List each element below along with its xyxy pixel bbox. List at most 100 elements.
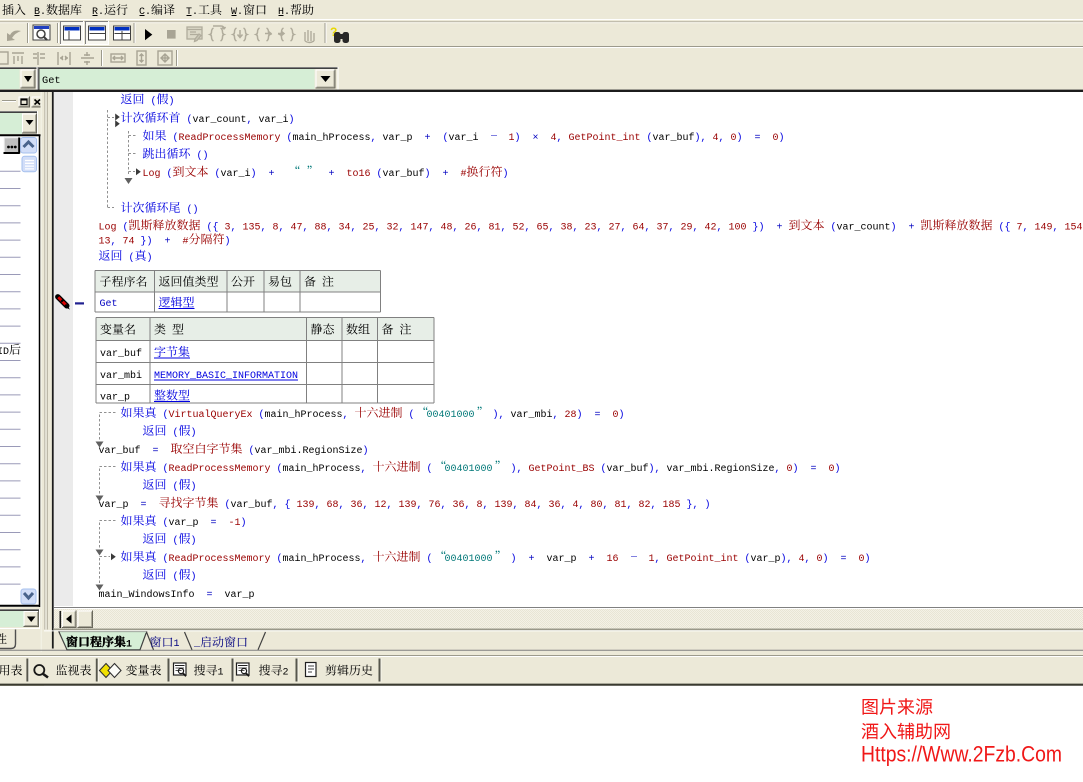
- svg-text:,: ,: [315, 500, 321, 511]
- svg-text:,: ,: [1053, 222, 1059, 233]
- svg-text:26: 26: [465, 222, 477, 233]
- svg-text:27: 27: [609, 222, 621, 233]
- svg-text:+: +: [269, 169, 275, 180]
- svg-text:var_count: var_count: [837, 222, 891, 233]
- svg-text:}): }): [753, 221, 765, 233]
- svg-text:37: 37: [657, 222, 669, 233]
- svg-text:var_i: var_i: [449, 132, 479, 144]
- svg-text:GetPoint_BS: GetPoint_BS: [529, 463, 595, 475]
- svg-text:00401000: 00401000: [445, 554, 493, 565]
- svg-text:,: ,: [525, 222, 531, 233]
- svg-text:,: ,: [303, 222, 309, 233]
- svg-text:+: +: [529, 554, 535, 565]
- svg-text:,: ,: [339, 500, 345, 511]
- svg-text:_: _: [193, 639, 201, 650]
- svg-text:185: 185: [663, 500, 681, 511]
- svg-text:88: 88: [315, 222, 327, 233]
- svg-text:({: ({: [999, 221, 1011, 233]
- svg-text:,: ,: [387, 500, 393, 511]
- svg-text:),: ),: [781, 553, 793, 565]
- svg-text:,: ,: [579, 500, 585, 511]
- svg-text:): ): [225, 235, 231, 247]
- svg-text:),: ),: [695, 132, 707, 144]
- svg-text:): ): [147, 252, 153, 264]
- svg-text:(: (: [409, 409, 415, 421]
- svg-text:84: 84: [525, 500, 537, 511]
- svg-text:Get: Get: [100, 299, 118, 310]
- svg-text:,: ,: [375, 222, 381, 233]
- svg-text:,: ,: [775, 464, 781, 475]
- svg-text:47: 47: [291, 222, 303, 233]
- svg-text:76: 76: [429, 500, 441, 511]
- svg-text:,: ,: [417, 500, 423, 511]
- svg-text:36: 36: [351, 500, 363, 511]
- svg-text:+: +: [165, 236, 171, 247]
- svg-text:): ): [251, 168, 257, 180]
- svg-text:): ): [169, 95, 175, 107]
- svg-text:ReadProcessMemory: ReadProcessMemory: [179, 132, 281, 144]
- svg-text:2: 2: [283, 667, 289, 678]
- svg-text:32: 32: [387, 222, 399, 233]
- svg-text:=: =: [207, 590, 213, 601]
- svg-text:): ): [289, 114, 295, 126]
- svg-text:00401000: 00401000: [427, 410, 475, 421]
- svg-text:,: ,: [279, 222, 285, 233]
- svg-text:var_p: var_p: [100, 393, 130, 404]
- svg-text:×: ×: [533, 133, 539, 144]
- svg-text:,: ,: [483, 500, 489, 511]
- svg-text:,: ,: [453, 222, 459, 233]
- svg-text:139: 139: [495, 500, 513, 511]
- svg-text:T.: T.: [186, 6, 198, 18]
- svg-text:main_hProcess: main_hProcess: [265, 409, 343, 421]
- svg-text:B.: B.: [34, 6, 46, 18]
- svg-text:,: ,: [669, 222, 675, 233]
- svg-text:+: +: [777, 222, 783, 233]
- svg-text:52: 52: [513, 222, 525, 233]
- svg-text:,: ,: [805, 554, 811, 565]
- svg-text:Https://Www.2Fzb.Com: Https://Www.2Fzb.Com: [861, 742, 1062, 767]
- svg-text:80: 80: [591, 500, 603, 511]
- svg-text:,: ,: [693, 222, 699, 233]
- svg-text:): ): [511, 553, 517, 565]
- svg-text:VirtualQueryEx: VirtualQueryEx: [169, 409, 253, 421]
- svg-text:): ): [363, 445, 369, 457]
- svg-text:): ): [241, 517, 247, 529]
- svg-text:82: 82: [639, 500, 651, 511]
- svg-text:(): (): [197, 150, 209, 162]
- svg-text:36: 36: [549, 500, 561, 511]
- svg-text:,: ,: [371, 133, 377, 144]
- svg-text:main_hProcess: main_hProcess: [283, 553, 361, 565]
- svg-text:,: ,: [477, 222, 483, 233]
- svg-text:,: ,: [501, 222, 507, 233]
- svg-text:+: +: [589, 554, 595, 565]
- svg-text:(: (: [173, 571, 179, 583]
- svg-text:,: ,: [247, 115, 253, 126]
- svg-text:): ): [891, 221, 897, 233]
- svg-text:1: 1: [126, 638, 132, 650]
- svg-text:,: ,: [549, 222, 555, 233]
- svg-text:,: ,: [273, 500, 279, 511]
- svg-text:-1: -1: [229, 518, 241, 529]
- svg-text:,: ,: [651, 500, 657, 511]
- svg-text:Log: Log: [99, 222, 117, 233]
- svg-text:,: ,: [111, 236, 117, 247]
- svg-text:00401000: 00401000: [445, 464, 493, 475]
- svg-text:42: 42: [705, 222, 717, 233]
- svg-text:,: ,: [603, 500, 609, 511]
- svg-text:,: ,: [627, 500, 633, 511]
- svg-text:65: 65: [537, 222, 549, 233]
- svg-text:139: 139: [297, 500, 315, 511]
- svg-text:),: ),: [493, 409, 505, 421]
- svg-text:): ): [793, 463, 799, 475]
- svg-text:(: (: [173, 535, 179, 547]
- svg-text:GetPoint_int: GetPoint_int: [667, 553, 739, 565]
- svg-text:H.: H.: [278, 6, 290, 18]
- svg-text:var_mbi: var_mbi: [511, 409, 553, 421]
- svg-text:var_buf: var_buf: [99, 445, 141, 457]
- svg-text:,: ,: [231, 222, 237, 233]
- svg-text:,: ,: [513, 500, 519, 511]
- svg-text:64: 64: [633, 222, 645, 233]
- svg-text:(: (: [123, 221, 129, 233]
- svg-text:,: ,: [557, 133, 563, 144]
- svg-text:,: ,: [361, 464, 367, 475]
